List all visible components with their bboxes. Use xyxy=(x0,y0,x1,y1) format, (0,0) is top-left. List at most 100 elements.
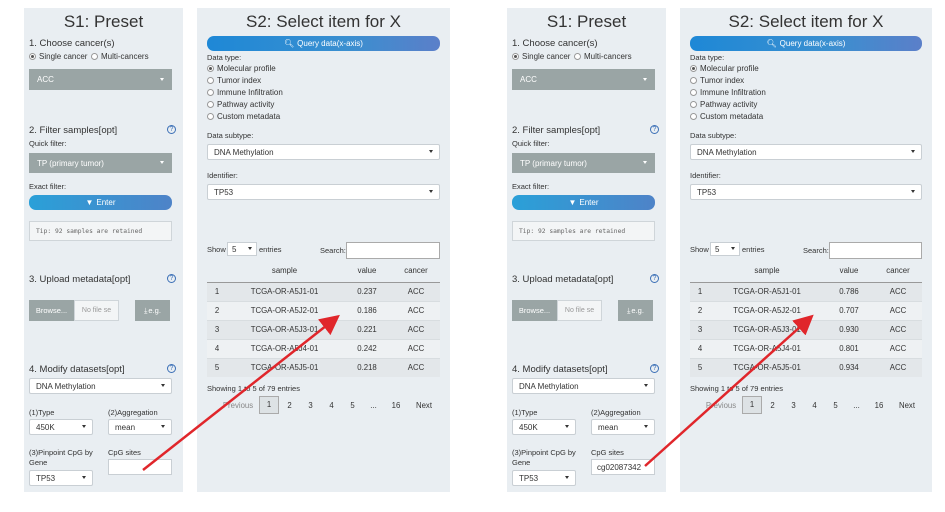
help-icon[interactable]: ? xyxy=(650,274,659,283)
pager-next[interactable]: Next xyxy=(891,401,923,410)
aggregation-label: (2)Aggregation xyxy=(108,408,158,417)
dataset-value: DNA Methylation xyxy=(36,381,96,391)
data-subtype-select[interactable]: DNA Methylation xyxy=(207,144,440,160)
table-row[interactable]: 2 TCGA-OR-A5J2-01 0.186 ACC xyxy=(207,300,440,320)
show-label: Show xyxy=(207,245,226,254)
pager-page[interactable]: 4 xyxy=(804,401,825,410)
pager-previous[interactable]: Previous xyxy=(217,401,259,410)
help-icon[interactable]: ? xyxy=(650,125,659,134)
table-search-input[interactable] xyxy=(346,242,440,259)
pager-page[interactable]: 3 xyxy=(300,401,321,410)
pagination: Previous 1 2 3 4 5 ... 16 Next xyxy=(217,396,440,414)
data-type-option[interactable]: Molecular profile xyxy=(690,64,759,73)
data-subtype-select[interactable]: DNA Methylation xyxy=(690,144,922,160)
table-row[interactable]: 4 TCGA-OR-A5J4-01 0.242 ACC xyxy=(207,338,440,358)
page-length-select[interactable]: 5 xyxy=(710,242,740,256)
help-icon[interactable]: ? xyxy=(650,364,659,373)
help-icon[interactable]: ? xyxy=(167,125,176,134)
pagination: Previous 1 2 3 4 5 ... 16 Next xyxy=(700,396,923,414)
column-header-value[interactable]: value xyxy=(824,260,874,283)
pager-page[interactable]: 5 xyxy=(342,401,363,410)
table-row[interactable]: 1 TCGA-OR-A5J1-01 0.237 ACC xyxy=(207,281,440,301)
pager-page[interactable]: 5 xyxy=(825,401,846,410)
gene-select[interactable]: TP53 xyxy=(512,470,576,486)
data-type-label: Molecular profile xyxy=(217,64,276,73)
dataset-select[interactable]: DNA Methylation xyxy=(29,378,172,394)
radio-unchecked-icon xyxy=(91,53,98,60)
cell-cancer: ACC xyxy=(874,319,922,339)
page-length-value: 5 xyxy=(715,244,720,254)
table-row[interactable]: 2 TCGA-OR-A5J2-01 0.707 ACC xyxy=(690,300,922,320)
gene-select[interactable]: TP53 xyxy=(29,470,93,486)
table-row[interactable]: 3 TCGA-OR-A5J3-01 0.930 ACC xyxy=(690,319,922,339)
data-subtype-value: DNA Methylation xyxy=(697,147,757,157)
data-type-option[interactable]: Immune Infiltration xyxy=(207,88,283,97)
pager-page[interactable]: 2 xyxy=(762,401,783,410)
radio-multi-cancer[interactable]: Multi-cancers xyxy=(574,52,632,61)
quick-filter-select[interactable]: TP (primary tumor) xyxy=(29,153,172,173)
search-label: Search: xyxy=(320,246,346,255)
example-button[interactable]: ⤓ e.g. xyxy=(135,300,170,321)
dataset-select[interactable]: DNA Methylation xyxy=(512,378,655,394)
data-type-option[interactable]: Custom metadata xyxy=(690,112,763,121)
table-row[interactable]: 5 TCGA-OR-A5J5-01 0.218 ACC xyxy=(207,357,440,377)
enter-button[interactable]: ▼ Enter xyxy=(512,195,655,210)
identifier-select[interactable]: TP53 xyxy=(690,184,922,200)
cpg-sites-input[interactable]: cg02087342 xyxy=(591,459,655,475)
type-select[interactable]: 450K xyxy=(29,419,93,435)
pinpoint-label-gene: Gene xyxy=(512,458,531,467)
entries-label: entries xyxy=(742,245,765,254)
example-button[interactable]: ⤓ e.g. xyxy=(618,300,653,321)
aggregation-select[interactable]: mean xyxy=(108,419,172,435)
browse-button[interactable]: Browse... xyxy=(29,300,74,321)
radio-single-cancer[interactable]: Single cancer xyxy=(512,52,570,61)
cancer-select[interactable]: ACC xyxy=(29,69,172,90)
radio-single-cancer[interactable]: Single cancer xyxy=(29,52,87,61)
column-header-sample[interactable]: sample xyxy=(227,260,342,283)
pager-page[interactable]: 2 xyxy=(279,401,300,410)
type-select[interactable]: 450K xyxy=(512,419,576,435)
column-header-cancer[interactable]: cancer xyxy=(392,260,440,283)
cancer-select[interactable]: ACC xyxy=(512,69,655,90)
table-row[interactable]: 1 TCGA-OR-A5J1-01 0.786 ACC xyxy=(690,281,922,301)
identifier-select[interactable]: TP53 xyxy=(207,184,440,200)
pager-page[interactable]: 4 xyxy=(321,401,342,410)
table-row[interactable]: 4 TCGA-OR-A5J4-01 0.801 ACC xyxy=(690,338,922,358)
choose-cancer-label: 1. Choose cancer(s) xyxy=(512,38,598,49)
type-value: 450K xyxy=(36,422,55,432)
browse-button[interactable]: Browse... xyxy=(512,300,557,321)
help-icon[interactable]: ? xyxy=(167,274,176,283)
column-header-cancer[interactable]: cancer xyxy=(874,260,922,283)
radio-unchecked-icon xyxy=(690,101,697,108)
table-row[interactable]: 5 TCGA-OR-A5J5-01 0.934 ACC xyxy=(690,357,922,377)
quick-filter-select[interactable]: TP (primary tumor) xyxy=(512,153,655,173)
cell-value: 0.218 xyxy=(342,357,392,377)
data-type-option[interactable]: Pathway activity xyxy=(690,100,757,109)
pager-page[interactable]: 1 xyxy=(742,396,762,414)
pager-page[interactable]: 3 xyxy=(783,401,804,410)
radio-multi-cancer[interactable]: Multi-cancers xyxy=(91,52,149,61)
pager-next[interactable]: Next xyxy=(408,401,440,410)
query-data-button[interactable]: 🔍︎ Query data(x-axis) xyxy=(207,36,440,51)
data-type-option[interactable]: Tumor index xyxy=(207,76,261,85)
table-search-input[interactable] xyxy=(829,242,922,259)
pager-page[interactable]: 1 xyxy=(259,396,279,414)
data-type-option[interactable]: Custom metadata xyxy=(207,112,280,121)
chevron-down-icon xyxy=(911,190,915,193)
data-type-option[interactable]: Pathway activity xyxy=(207,100,274,109)
page-length-select[interactable]: 5 xyxy=(227,242,257,256)
column-header-sample[interactable]: sample xyxy=(710,260,824,283)
cpg-sites-input[interactable] xyxy=(108,459,172,475)
pager-page[interactable]: 16 xyxy=(867,401,891,410)
enter-button[interactable]: ▼ Enter xyxy=(29,195,172,210)
aggregation-select[interactable]: mean xyxy=(591,419,655,435)
pager-page[interactable]: 16 xyxy=(384,401,408,410)
help-icon[interactable]: ? xyxy=(167,364,176,373)
data-type-option[interactable]: Immune Infiltration xyxy=(690,88,766,97)
pager-previous[interactable]: Previous xyxy=(700,401,742,410)
table-row[interactable]: 3 TCGA-OR-A5J3-01 0.221 ACC xyxy=(207,319,440,339)
data-type-option[interactable]: Tumor index xyxy=(690,76,744,85)
column-header-value[interactable]: value xyxy=(342,260,392,283)
query-data-button[interactable]: 🔍︎ Query data(x-axis) xyxy=(690,36,922,51)
data-type-option[interactable]: Molecular profile xyxy=(207,64,276,73)
